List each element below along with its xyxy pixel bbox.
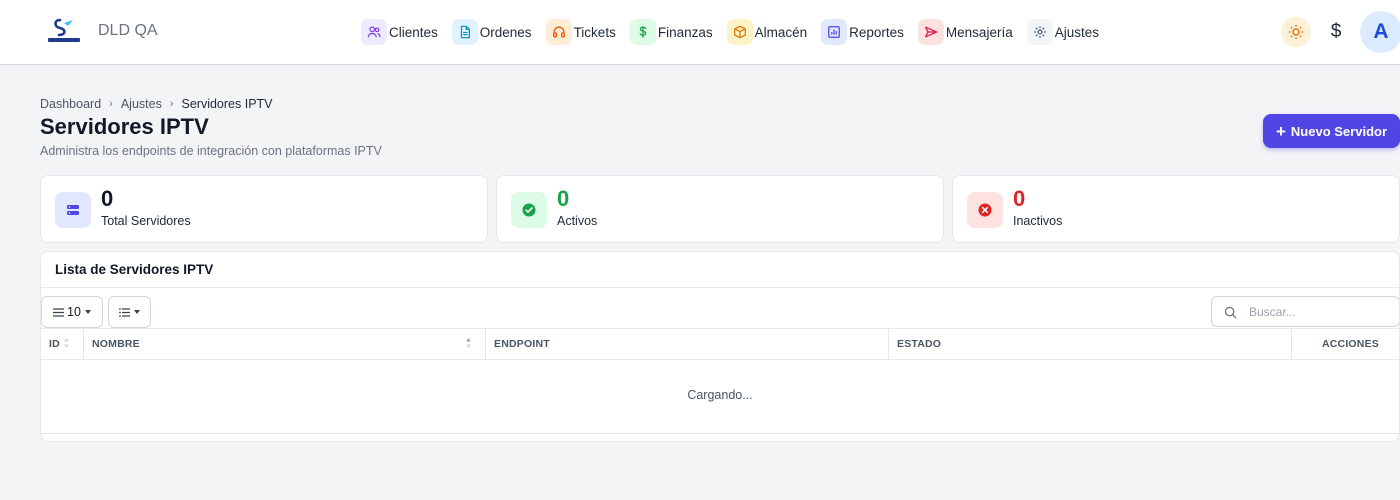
search-box [1211,296,1399,327]
file-icon [451,19,478,45]
stat-label: Total Servidores [101,214,191,228]
column-header-acciones: ACCIONES [1292,329,1399,359]
send-icon [917,19,944,45]
chevron-right-icon: › [169,98,174,110]
column-header-label: ESTADO [897,338,942,350]
column-header-endpoint[interactable]: ENDPOINT [486,329,889,359]
nav-label: Reportes [849,24,904,40]
nav-item-clientes[interactable]: Clientes [361,18,438,46]
page-size-select[interactable]: 10 [41,296,103,328]
breadcrumb: Dashboard › Ajustes › Servidores IPTV [40,97,273,111]
columns-list-icon [119,307,130,317]
breadcrumb-ajustes[interactable]: Ajustes [121,97,162,111]
column-header-label: NOMBRE [92,338,140,350]
stat-card-activos: 0 Activos [496,175,944,243]
search-input[interactable] [1249,303,1389,321]
nav-label: Ajustes [1054,24,1099,40]
nav-label: Almacén [754,24,808,40]
sort-icon [64,338,69,348]
caret-down-icon [84,310,91,314]
theme-toggle-button[interactable] [1281,17,1311,47]
user-avatar[interactable]: A [1360,11,1400,53]
box-icon [726,19,753,45]
stat-value: 0 [101,186,114,211]
sun-icon [1289,25,1303,39]
app-title[interactable]: DLD QA [98,22,158,40]
app-logo[interactable] [46,17,82,45]
main-nav: Clientes Ordenes Tickets Finanzas Almacé… [361,18,1113,46]
stat-label: Inactivos [1013,214,1063,228]
stat-value: 0 [557,186,570,211]
table-header-row: ID NOMBRE ENDPOINT ESTADO ACCIONES [41,328,1399,360]
sort-icon [466,338,471,348]
column-header-id[interactable]: ID [41,329,84,359]
nav-label: Clientes [389,24,438,40]
breadcrumb-current: Servidores IPTV [181,97,273,111]
stat-label: Activos [557,214,598,228]
column-header-nombre[interactable]: NOMBRE [84,329,486,359]
servers-table-card: Lista de Servidores IPTV 10 ID NOMBRE EN… [40,251,1400,442]
new-server-label: Nuevo Servidor [1290,123,1388,139]
page-title: Servidores IPTV [40,114,209,139]
loading-message: Cargando... [687,388,753,402]
breadcrumb-dashboard[interactable]: Dashboard [40,97,101,111]
column-header-label: ACCIONES [1321,338,1379,350]
dollar-icon [629,19,656,45]
chevron-right-icon: › [109,98,113,110]
page-size-value: 10 [67,305,81,319]
headset-icon [545,19,572,45]
new-server-button[interactable]: + Nuevo Servidor [1263,114,1400,148]
nav-label: Finanzas [657,24,713,40]
chart-icon [821,19,848,45]
stat-value: 0 [1013,186,1026,211]
gear-icon [1026,19,1053,45]
table-footer-divider [41,433,1399,434]
check-circle-icon [511,192,547,228]
server-icon [55,192,91,228]
column-header-label: ENDPOINT [494,338,550,350]
nav-item-reportes[interactable]: Reportes [821,18,904,46]
stat-card-total: 0 Total Servidores [40,175,488,243]
column-header-estado[interactable]: ESTADO [889,329,1292,359]
table-card-header: Lista de Servidores IPTV [41,252,1399,288]
column-visibility-button[interactable] [108,296,151,328]
users-icon [361,19,387,45]
table-title: Lista de Servidores IPTV [55,262,214,277]
plus-icon: + [1275,121,1286,141]
currency-button[interactable]: $ [1324,18,1348,46]
nav-item-almacen[interactable]: Almacén [726,18,808,46]
nav-item-tickets[interactable]: Tickets [545,18,616,46]
nav-label: Ordenes [479,24,532,40]
stat-card-inactivos: 0 Inactivos [952,175,1400,243]
page-subtitle: Administra los endpoints de integración … [40,144,382,158]
nav-label: Mensajería [945,24,1013,40]
nav-item-finanzas[interactable]: Finanzas [629,18,713,46]
nav-label: Tickets [573,24,616,40]
search-icon [1224,306,1237,319]
caret-down-icon [134,310,140,314]
nav-item-mensajeria[interactable]: Mensajería [917,18,1013,46]
list-icon [53,307,65,317]
x-circle-icon [967,192,1003,228]
column-header-label: ID [49,338,60,350]
top-navbar: DLD QA Clientes Ordenes Tickets Finanzas [0,0,1400,65]
nav-item-ordenes[interactable]: Ordenes [451,18,532,46]
nav-item-ajustes[interactable]: Ajustes [1026,18,1099,46]
